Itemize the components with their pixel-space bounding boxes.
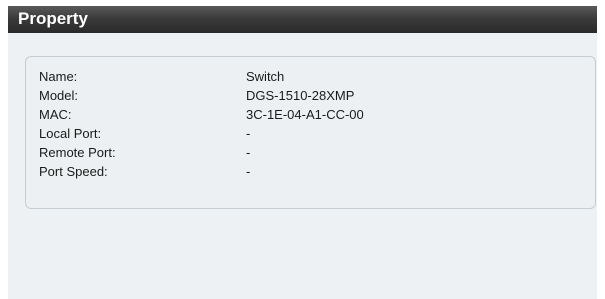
property-value: Switch — [246, 69, 285, 84]
property-label: Model: — [39, 88, 79, 103]
property-value: - — [246, 164, 251, 179]
panel-header: Property — [8, 6, 597, 33]
property-value: - — [246, 145, 251, 160]
property-panel: Property Name: Switch Model: DGS-1510-28… — [8, 6, 597, 299]
property-label: Local Port: — [39, 126, 102, 141]
property-label: Name: — [39, 69, 78, 84]
properties-box: Name: Switch Model: DGS-1510-28XMP MAC: … — [25, 56, 596, 209]
property-row-remote-port: Remote Port: - — [26, 144, 586, 162]
property-row-model: Model: DGS-1510-28XMP — [26, 87, 586, 105]
property-label: MAC: — [39, 107, 72, 122]
property-row-name: Name: Switch — [26, 68, 586, 86]
panel-title: Property — [18, 9, 88, 28]
property-value: DGS-1510-28XMP — [246, 88, 355, 103]
property-row-port-speed: Port Speed: - — [26, 163, 586, 181]
property-row-local-port: Local Port: - — [26, 125, 586, 143]
property-label: Remote Port: — [39, 145, 116, 160]
property-label: Port Speed: — [39, 164, 108, 179]
property-value: - — [246, 126, 251, 141]
property-row-mac: MAC: 3C-1E-04-A1-CC-00 — [26, 106, 586, 124]
property-value: 3C-1E-04-A1-CC-00 — [246, 107, 364, 122]
